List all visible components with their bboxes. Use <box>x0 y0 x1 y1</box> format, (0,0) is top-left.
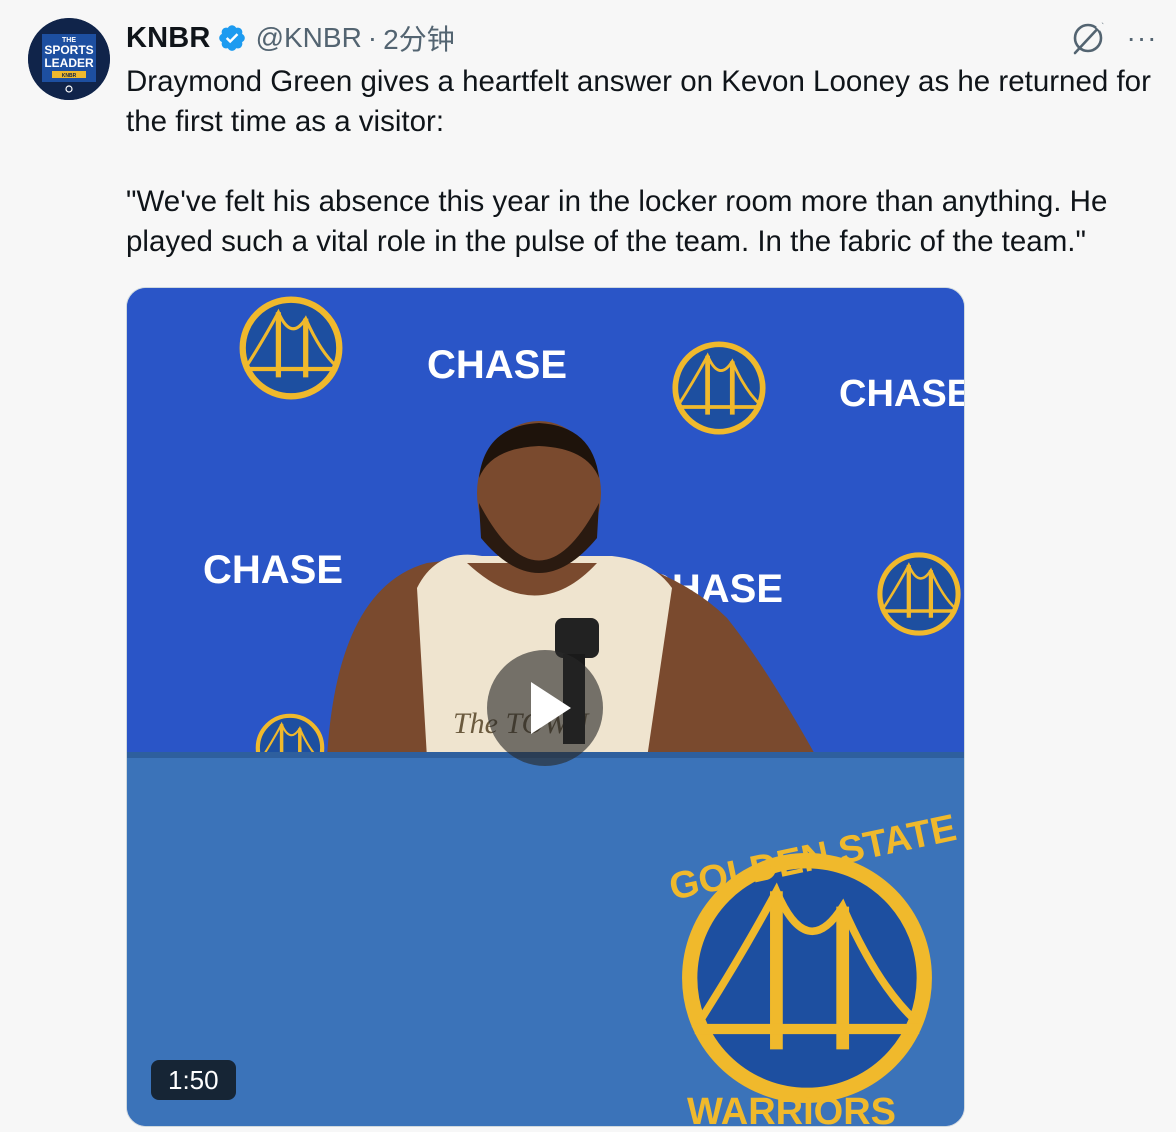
chase-text-1: CHASE <box>427 343 567 387</box>
author-name[interactable]: KNBR <box>126 22 211 55</box>
video-duration: 1:50 <box>151 1060 236 1100</box>
tweet-header: KNBR @KNBR · 2分钟 <box>126 20 455 56</box>
timestamp[interactable]: 2分钟 <box>383 18 455 58</box>
video-player[interactable]: CHASE CHASE CHASE CHASE The TOWN GOLDEN … <box>126 287 965 1127</box>
avatar-line-3: LEADER <box>44 56 94 70</box>
knbr-sports-leader-logo: THE SPORTS LEADER KNBR <box>28 18 110 100</box>
avatar-line-4: KNBR <box>62 73 77 79</box>
chase-text-3: CHASE <box>203 548 343 592</box>
grok-icon[interactable] <box>1068 18 1108 58</box>
verified-badge-icon[interactable] <box>217 23 247 53</box>
table-logo-text-bottom: WARRIORS <box>687 1091 896 1126</box>
avatar-line-2: SPORTS <box>44 43 93 57</box>
tweet-text: Draymond Green gives a heartfelt answer … <box>126 65 1151 258</box>
separator-dot: · <box>367 22 378 53</box>
more-options-button[interactable]: ··· <box>1122 22 1162 54</box>
play-icon[interactable] <box>487 650 603 766</box>
author-avatar[interactable]: THE SPORTS LEADER KNBR <box>28 18 110 100</box>
author-handle[interactable]: @KNBR <box>256 22 362 54</box>
chase-text-2: CHASE <box>839 373 964 415</box>
